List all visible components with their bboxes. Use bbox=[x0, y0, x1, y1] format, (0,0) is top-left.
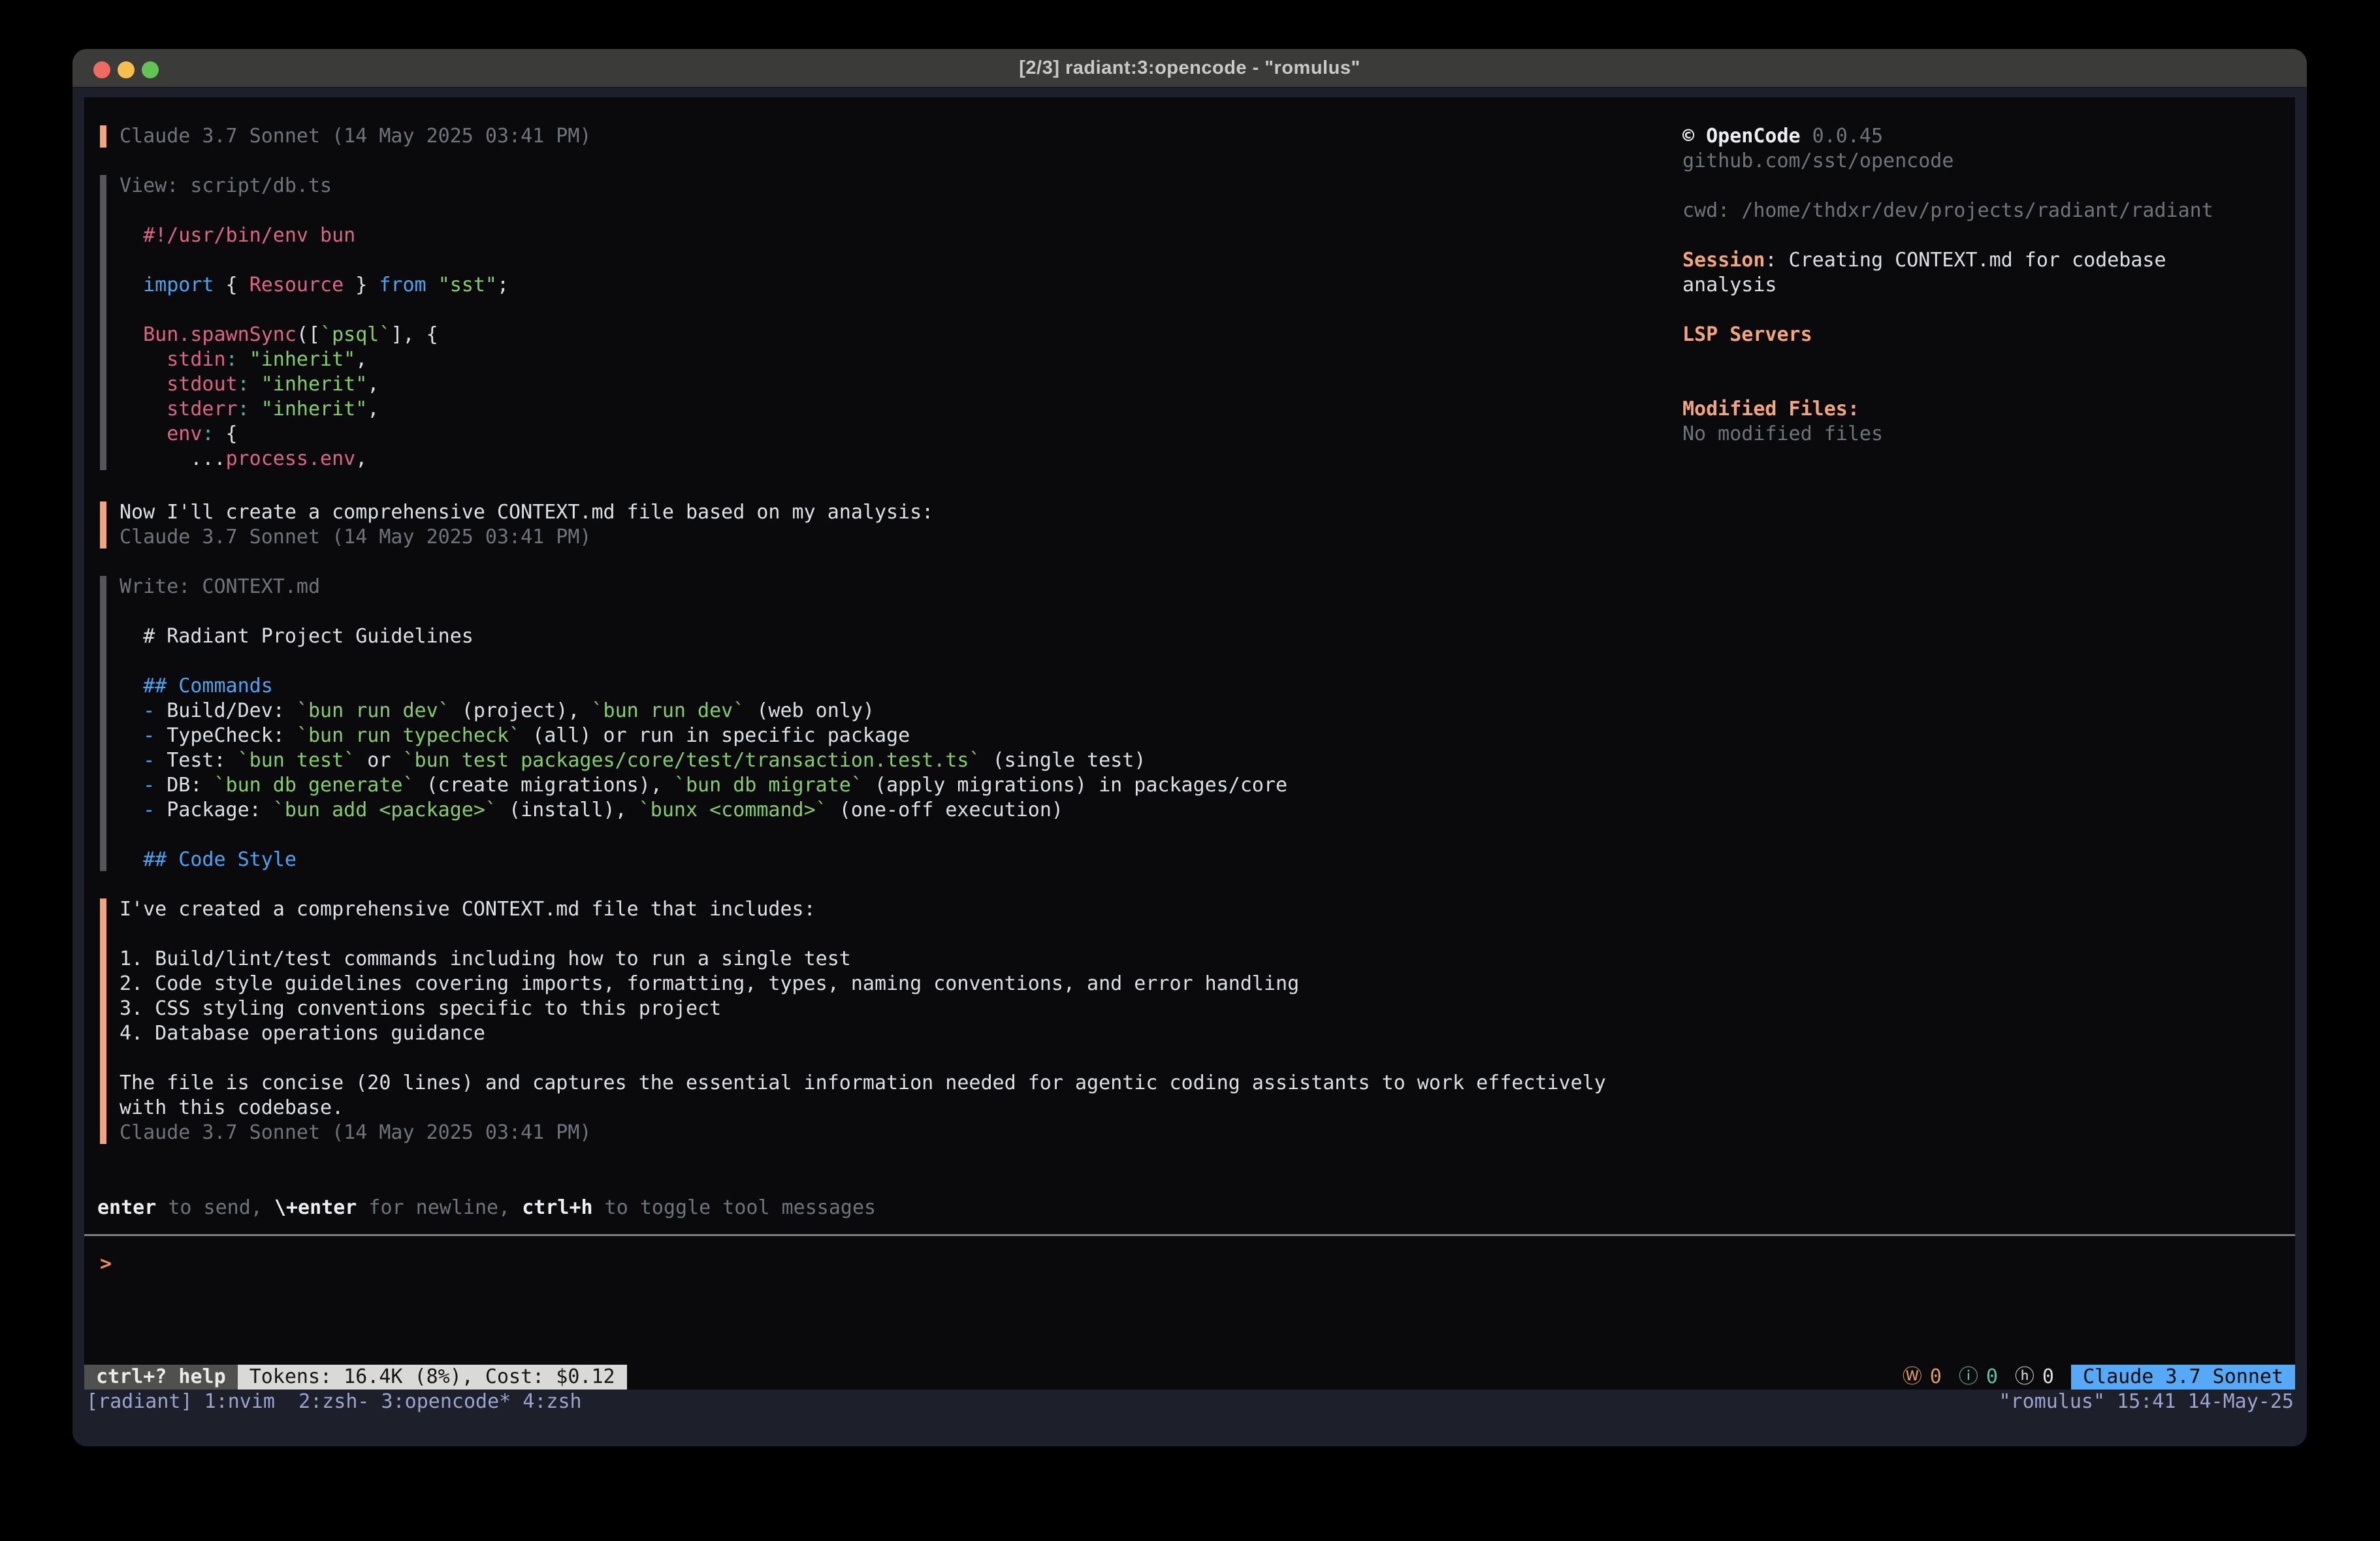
text-line bbox=[1682, 298, 2290, 323]
text-line: - DB: `bun db generate` (create migratio… bbox=[120, 773, 2295, 798]
tokens-cost-chip: Tokens: 16.4K (8%), Cost: $0.12 bbox=[238, 1365, 627, 1390]
text-line: Session: Creating CONTEXT.md for codebas… bbox=[1682, 248, 2290, 273]
text-line bbox=[1682, 174, 2290, 199]
message-accent-bar bbox=[100, 501, 106, 548]
text-line: enter to send, \+enter for newline, ctrl… bbox=[97, 1196, 876, 1220]
text-line: - Test: `bun test` or `bun test packages… bbox=[120, 748, 2295, 773]
text-line: - TypeCheck: `bun run typecheck` (all) o… bbox=[120, 723, 2295, 748]
text-line: - Build/Dev: `bun run dev` (project), `b… bbox=[120, 699, 2295, 723]
opencode-statusbar: ctrl+? help Tokens: 16.4K (8%), Cost: $0… bbox=[84, 1365, 2295, 1390]
session-sidebar: © OpenCode 0.0.45github.com/sst/opencode… bbox=[1682, 124, 2290, 447]
assistant-message-block: I've created a comprehensive CONTEXT.md … bbox=[84, 897, 2295, 1145]
minimize-button[interactable] bbox=[118, 61, 135, 78]
message-accent-bar bbox=[100, 898, 106, 1144]
hint-count: 0 bbox=[2042, 1365, 2054, 1390]
help-shortcut-chip: ctrl+? help bbox=[84, 1365, 238, 1390]
close-button[interactable] bbox=[93, 61, 110, 78]
hint-diagnostic: ⓗ0 bbox=[2015, 1365, 2054, 1390]
info-diagnostic: ⓘ0 bbox=[1959, 1365, 1998, 1390]
opencode-screen: Claude 3.7 Sonnet (14 May 2025 03:41 PM)… bbox=[84, 97, 2295, 1390]
text-line: No modified files bbox=[1682, 422, 2290, 447]
text-line: 2. Code style guidelines covering import… bbox=[120, 972, 2295, 996]
text-line: with this codebase. bbox=[120, 1096, 2295, 1120]
text-line: Claude 3.7 Sonnet (14 May 2025 03:41 PM) bbox=[120, 525, 2295, 550]
text-line: Now I'll create a comprehensive CONTEXT.… bbox=[120, 500, 2295, 525]
text-line bbox=[1682, 223, 2290, 248]
text-line: 4. Database operations guidance bbox=[120, 1021, 2295, 1046]
tool-output-block: Write: CONTEXT.md # Radiant Project Guid… bbox=[84, 575, 2295, 872]
info-count: 0 bbox=[1986, 1365, 1998, 1390]
text-line: - Package: `bun add <package>` (install)… bbox=[120, 798, 2295, 823]
text-line: Modified Files: bbox=[1682, 397, 2290, 422]
text-line: ## Code Style bbox=[120, 848, 2295, 872]
text-line: I've created a comprehensive CONTEXT.md … bbox=[120, 897, 2295, 922]
text-line: ## Commands bbox=[120, 674, 2295, 699]
text-line: 3. CSS styling conventions specific to t… bbox=[120, 996, 2295, 1021]
text-line bbox=[120, 1046, 2295, 1071]
tmux-window-list[interactable]: [radiant] 1:nvim 2:zsh- 3:opencode* 4:zs… bbox=[72, 1390, 582, 1414]
text-line bbox=[1682, 372, 2290, 397]
text-line bbox=[120, 922, 2295, 947]
text-line: LSP Servers bbox=[1682, 323, 2290, 347]
tmux-statusbar: [radiant] 1:nvim 2:zsh- 3:opencode* 4:zs… bbox=[72, 1390, 2307, 1414]
text-line: ...process.env, bbox=[120, 447, 2295, 471]
statusbar-right: Ⓦ0ⓘ0ⓗ0 Claude 3.7 Sonnet bbox=[1886, 1365, 2295, 1390]
assistant-message-block: Now I'll create a comprehensive CONTEXT.… bbox=[84, 500, 2295, 550]
warning-diagnostic: Ⓦ0 bbox=[1903, 1365, 1942, 1390]
text-line: 1. Build/lint/test commands including ho… bbox=[120, 947, 2295, 972]
zoom-button[interactable] bbox=[142, 61, 159, 78]
lsp-diagnostics: Ⓦ0ⓘ0ⓗ0 bbox=[1886, 1365, 2054, 1390]
info-icon: ⓘ bbox=[1959, 1365, 1978, 1390]
text-line: © OpenCode 0.0.45 bbox=[1682, 124, 2290, 149]
tmux-session-clock: "romulus" 15:41 14-May-25 bbox=[1999, 1390, 2307, 1414]
statusbar-left: ctrl+? help Tokens: 16.4K (8%), Cost: $0… bbox=[84, 1365, 627, 1390]
text-line: The file is concise (20 lines) and captu… bbox=[120, 1071, 2295, 1096]
warning-count: 0 bbox=[1930, 1365, 1942, 1390]
terminal-window: [2/3] radiant:3:opencode - "romulus" Cla… bbox=[72, 49, 2307, 1446]
hint-icon: ⓗ bbox=[2015, 1365, 2034, 1390]
tool-accent-bar bbox=[100, 175, 106, 470]
text-line: cwd: /home/thdxr/dev/projects/radiant/ra… bbox=[1682, 199, 2290, 223]
text-line bbox=[120, 649, 2295, 674]
text-line: github.com/sst/opencode bbox=[1682, 149, 2290, 174]
text-line bbox=[120, 599, 2295, 624]
prompt-marker: > bbox=[100, 1252, 2295, 1277]
warning-icon: Ⓦ bbox=[1903, 1365, 1922, 1390]
text-line: # Radiant Project Guidelines bbox=[120, 624, 2295, 649]
window-titlebar[interactable]: [2/3] radiant:3:opencode - "romulus" bbox=[72, 49, 2307, 88]
text-line bbox=[120, 823, 2295, 848]
model-badge: Claude 3.7 Sonnet bbox=[2071, 1365, 2295, 1390]
keybinding-hint: enter to send, \+enter for newline, ctrl… bbox=[97, 1196, 876, 1220]
text-line: Write: CONTEXT.md bbox=[120, 575, 2295, 599]
message-input-area[interactable]: > bbox=[84, 1236, 2295, 1365]
message-accent-bar bbox=[100, 125, 106, 148]
window-title: [2/3] radiant:3:opencode - "romulus" bbox=[1019, 57, 1360, 79]
text-line bbox=[1682, 347, 2290, 372]
tool-accent-bar bbox=[100, 576, 106, 871]
text-line: analysis bbox=[1682, 273, 2290, 298]
text-line: Claude 3.7 Sonnet (14 May 2025 03:41 PM) bbox=[120, 1120, 2295, 1145]
